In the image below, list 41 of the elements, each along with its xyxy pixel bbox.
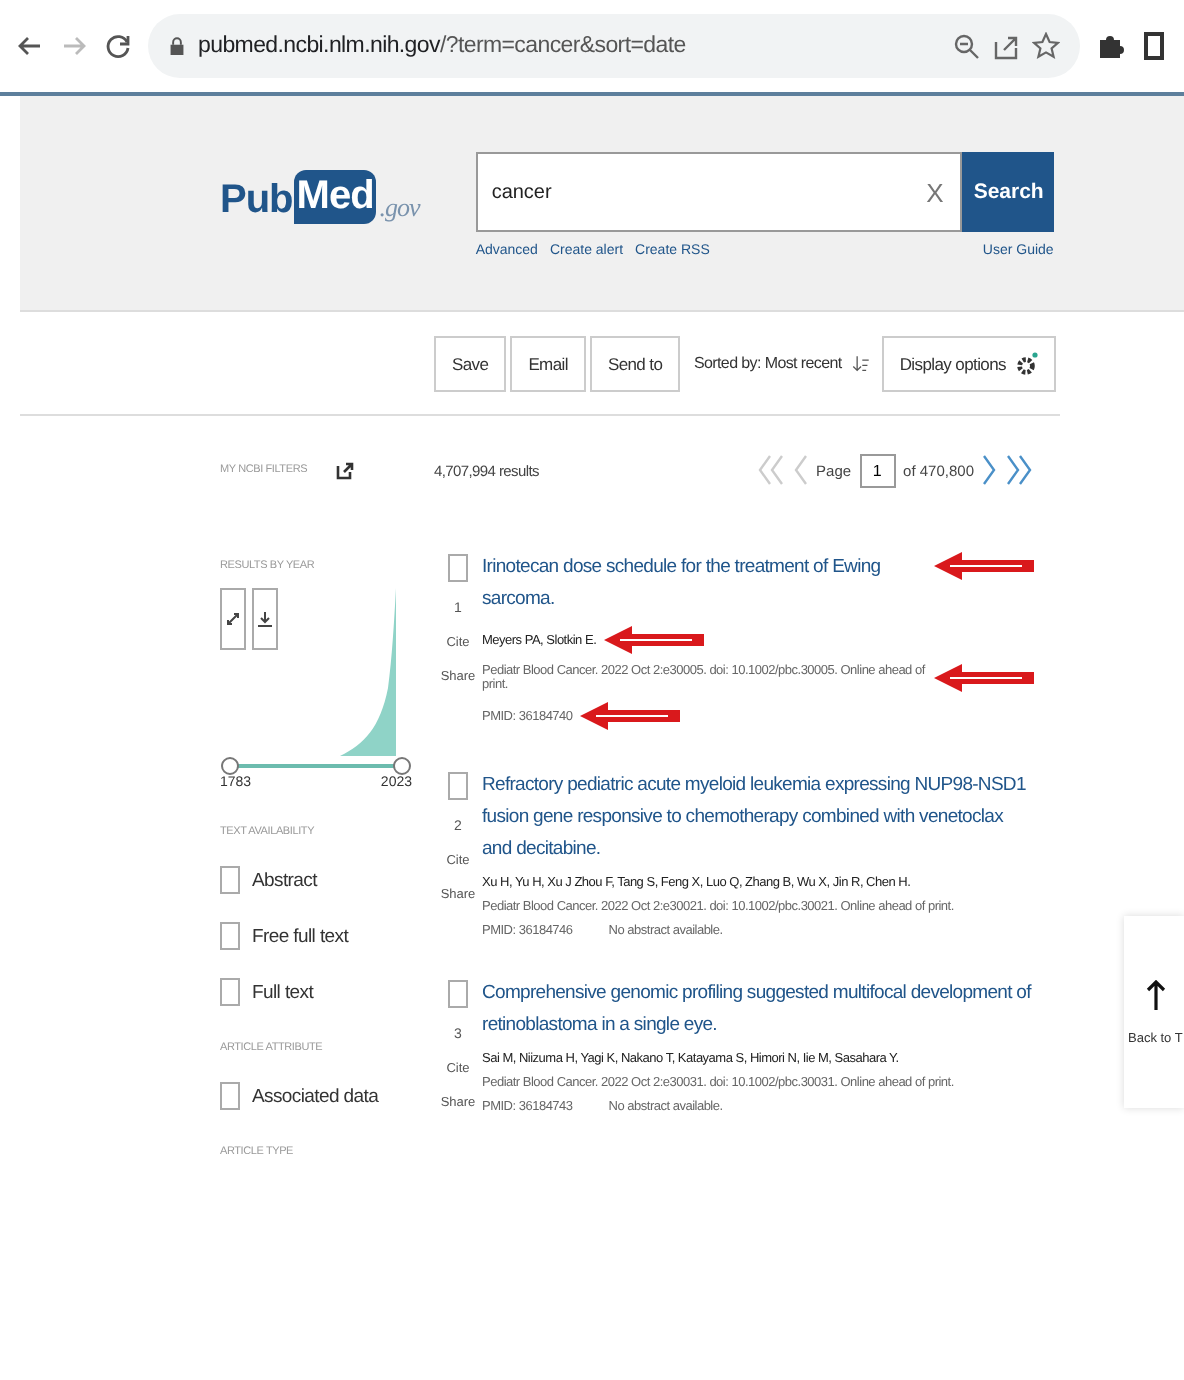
filter-checkbox[interactable]: Abstract [220, 866, 434, 894]
download-button[interactable] [252, 588, 278, 650]
article-title-link[interactable]: Refractory pediatric acute myeloid leukemia expressing NUP98-NSD1 fusion gene responsive to chemotherapy combined with venetoclax and decitabine. [482, 770, 1034, 866]
search-button[interactable]: Search [961, 152, 1054, 232]
search-input[interactable]: cancer [487, 179, 919, 205]
back-icon[interactable] [16, 32, 44, 60]
action-button[interactable]: Email [510, 335, 586, 391]
sort-label[interactable]: Sorted by: Most recent [693, 354, 842, 372]
slider-handle[interactable] [221, 757, 239, 775]
article-title-link[interactable]: Comprehensive genomic profiling suggested multifocal development of retinoblastoma in a single eye. [482, 978, 1034, 1042]
address-bar[interactable]: pubmed.ncbi.nlm.nih.gov/?term=cancer&sort=date [148, 14, 1080, 78]
lock-icon [168, 32, 186, 60]
last-page-icon[interactable] [1006, 454, 1034, 486]
result-checkbox[interactable] [448, 772, 468, 800]
url-text: pubmed.ncbi.nlm.nih.gov/?term=cancer&sort=date [198, 34, 688, 58]
up-arrow-icon [1146, 979, 1166, 1011]
star-icon[interactable] [1032, 32, 1060, 60]
filter-checkbox[interactable]: Free full text [220, 922, 434, 950]
expand-button[interactable] [220, 588, 246, 650]
display-options-button[interactable]: Display options [881, 335, 1056, 391]
result-checkbox[interactable] [448, 980, 468, 1008]
expand-icon [224, 610, 242, 628]
result-checkbox[interactable] [448, 554, 468, 582]
external-link-icon[interactable] [335, 461, 354, 479]
share-icon[interactable] [992, 32, 1020, 60]
sidebar-icon[interactable] [1140, 32, 1168, 60]
action-button[interactable]: Send to [589, 335, 681, 391]
puzzle-icon[interactable] [1096, 32, 1124, 60]
search-field[interactable]: cancer X [475, 152, 962, 232]
slider-handle[interactable] [393, 757, 411, 775]
filter-checkbox[interactable]: Full text [220, 978, 434, 1006]
zoom-icon[interactable] [952, 32, 980, 60]
reload-icon[interactable] [104, 32, 132, 60]
filter-checkbox[interactable]: Associated data [220, 1082, 434, 1110]
page-number-field[interactable]: 1 [859, 453, 896, 487]
action-button[interactable]: Save [434, 335, 507, 391]
settings-icon [1014, 351, 1038, 375]
next-page-icon[interactable] [982, 454, 998, 486]
clear-button[interactable]: X [918, 177, 952, 207]
article-title-link[interactable]: Irinotecan dose schedule for the treatment of Ewing sarcoma. [482, 552, 926, 616]
download-icon [256, 610, 274, 628]
